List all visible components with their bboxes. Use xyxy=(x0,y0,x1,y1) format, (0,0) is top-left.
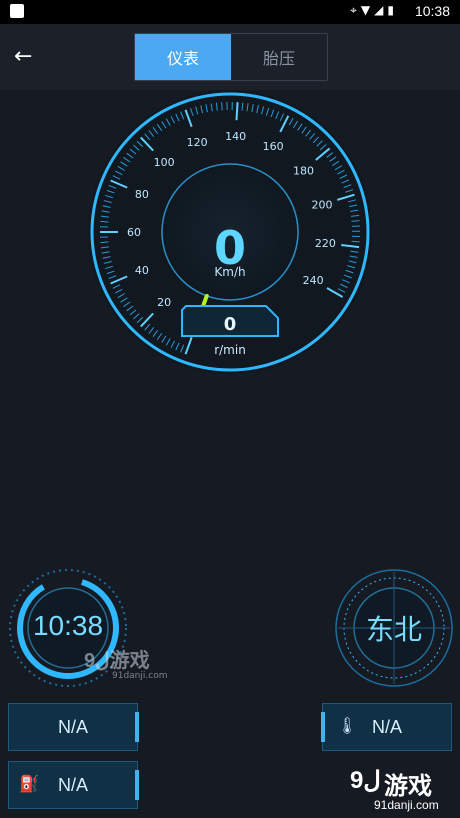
status-bar: ⌖▼◢▮ 10:38 xyxy=(0,0,460,24)
gauge-minor-tick xyxy=(221,102,223,111)
status-time: 10:38 xyxy=(414,3,450,19)
speedometer-gauge: 020406080100120140160180200220240 0 Km/h… xyxy=(88,90,372,374)
watermark-url: 91danji.com xyxy=(374,798,439,812)
compass-direction: 东北 xyxy=(365,613,422,646)
coolant-temperature-icon: 🌡 xyxy=(337,718,358,735)
location-icon: ⌖ xyxy=(350,3,361,17)
gauge-scale-label: 20 xyxy=(157,296,171,309)
watermark-logo: 9ل xyxy=(350,767,381,794)
status-icons: ⌖▼◢▮ xyxy=(350,3,398,18)
gauge-minor-tick xyxy=(100,241,109,244)
panel-accent-bar xyxy=(321,712,325,742)
fuel-icon: ⛽ xyxy=(19,776,39,793)
speed-unit: Km/h xyxy=(214,265,245,279)
watermark-url: 91danji.com xyxy=(112,671,168,681)
info-panel-left-bottom: ⛽ N/A xyxy=(8,761,139,809)
info-value: N/A xyxy=(57,774,88,795)
tab-bar: 仪表 胎压 xyxy=(134,33,328,81)
gauge-scale-label: 80 xyxy=(135,188,149,201)
watermark-corner: 9ل 游戏 91danji.com xyxy=(294,764,460,818)
gauge-scale-label: 140 xyxy=(225,130,246,143)
watermark-logo: 9ل xyxy=(84,650,110,672)
watermark-text: 游戏 xyxy=(109,648,150,672)
tab-dashboard[interactable]: 仪表 xyxy=(135,34,231,80)
info-value: N/A xyxy=(57,716,88,737)
panel-accent-bar xyxy=(135,712,139,742)
watermark-small: 9ل游戏 91danji.com xyxy=(84,644,167,681)
info-panel-left-top: N/A xyxy=(8,703,139,751)
rpm-unit: r/min xyxy=(214,343,246,357)
rpm-value: 0 xyxy=(224,314,237,335)
gauge-scale-label: 220 xyxy=(315,237,336,250)
signal-icon: ◢ xyxy=(374,3,388,17)
app-notification-icon xyxy=(10,4,24,18)
arrow-left-icon: ← xyxy=(14,44,33,69)
gauge-scale-label: 160 xyxy=(263,140,284,153)
gauge-scale-label: 40 xyxy=(135,264,149,277)
gauge-scale-label: 100 xyxy=(154,156,175,169)
gauge-minor-tick xyxy=(351,240,360,243)
info-value: N/A xyxy=(371,716,402,737)
tab-tire-pressure[interactable]: 胎压 xyxy=(231,34,327,80)
battery-icon: ▮ xyxy=(387,3,398,17)
header: ← 仪表 胎压 xyxy=(0,24,460,90)
gauge-minor-tick xyxy=(100,220,109,223)
back-button[interactable]: ← xyxy=(14,42,44,72)
gauge-scale-label: 120 xyxy=(187,136,208,149)
gauge-scale-label: 180 xyxy=(293,164,314,177)
panel-accent-bar xyxy=(135,770,139,800)
wifi-icon: ▼ xyxy=(360,3,375,17)
clock-time: 10:38 xyxy=(32,610,104,641)
info-panel-right-top: 🌡 N/A xyxy=(321,703,452,751)
watermark-text: 游戏 xyxy=(384,772,432,800)
gauge-scale-label: 200 xyxy=(311,198,332,211)
gauge-scale-label: 240 xyxy=(303,274,324,287)
gauge-scale-label: 60 xyxy=(127,226,141,239)
gauge-major-tick xyxy=(235,102,239,121)
gauge-minor-tick xyxy=(351,220,360,222)
